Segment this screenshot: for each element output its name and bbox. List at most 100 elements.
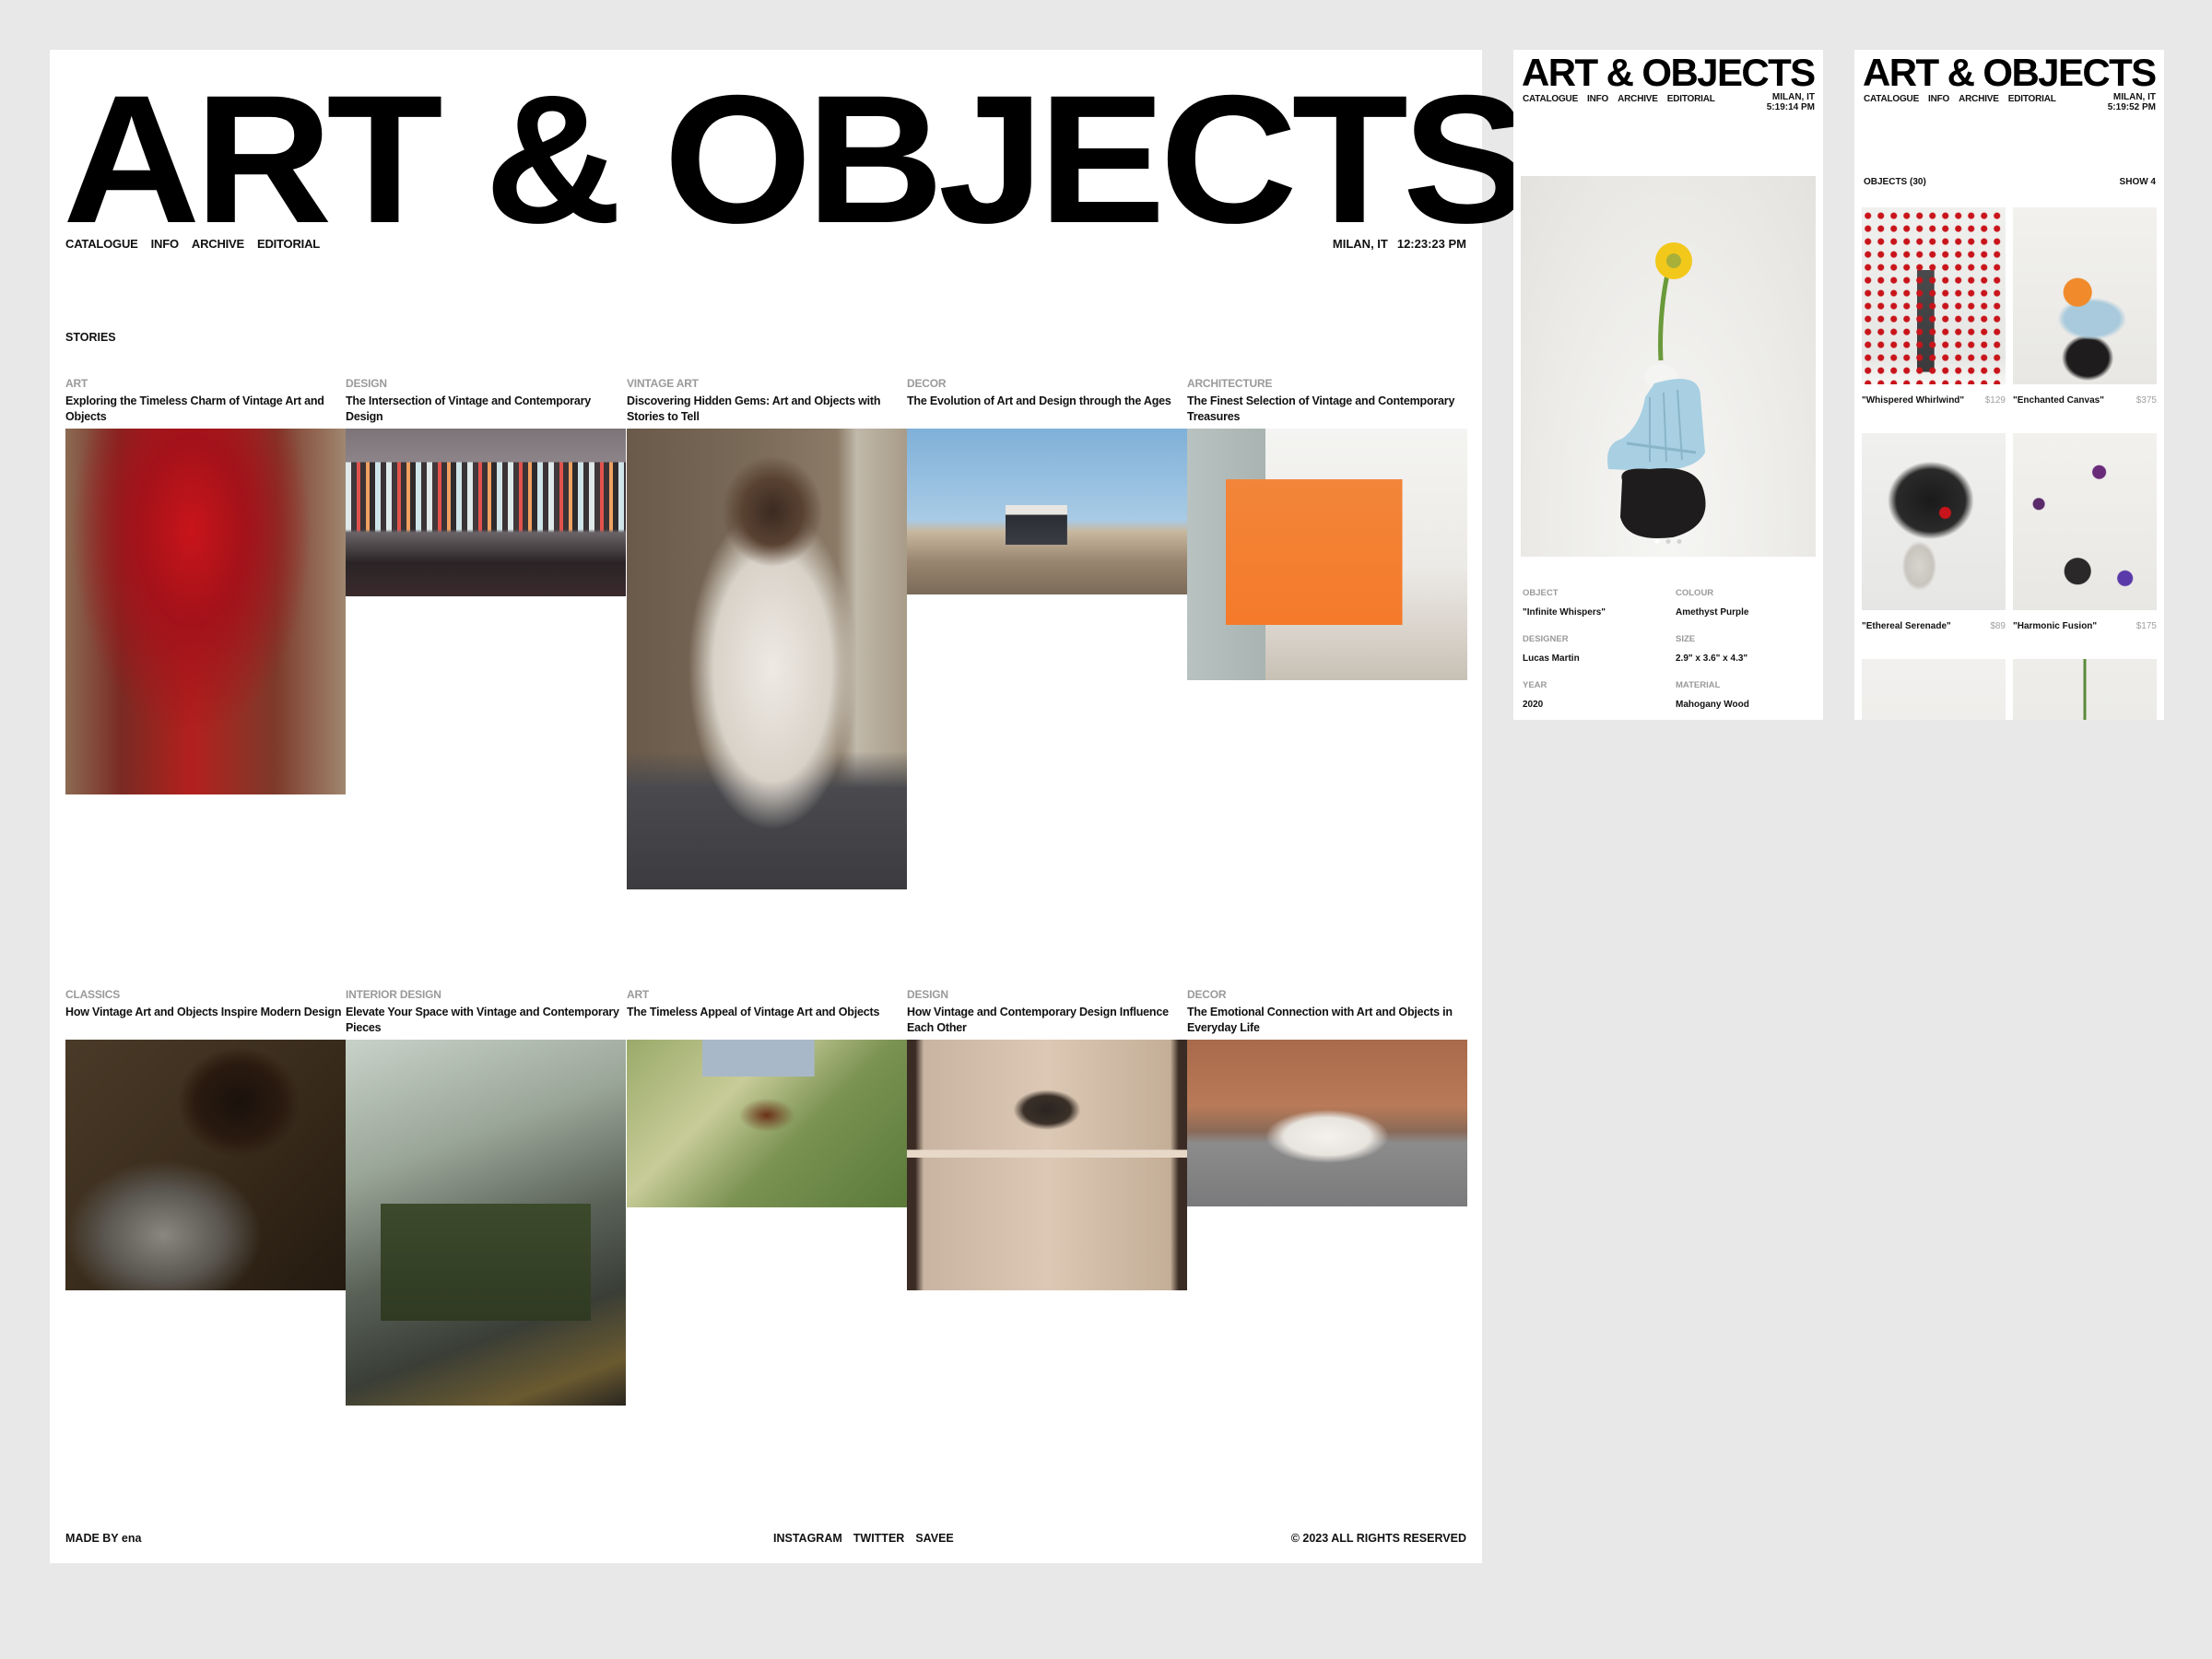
story-title[interactable]: The Intersection of Vintage and Contempo…: [346, 394, 626, 429]
location-clock: MILAN, IT 5:19:52 PM: [2108, 92, 2156, 112]
objects-count: OBJECTS (30): [1864, 177, 1926, 187]
story-image[interactable]: [627, 429, 907, 889]
mobile-product-page: ART & OBJECTS CATALOGUE INFO ARCHIVE EDI…: [1513, 50, 1823, 720]
carousel-dot[interactable]: [1677, 539, 1682, 544]
story-image[interactable]: [1187, 1040, 1467, 1206]
spec-object: OBJECT "Infinite Whispers": [1523, 588, 1606, 618]
nav-info[interactable]: INFO: [1587, 94, 1608, 104]
carousel-dot[interactable]: [1665, 539, 1671, 544]
spec-label: MATERIAL: [1676, 680, 1721, 690]
link-savee[interactable]: SAVEE: [915, 1532, 953, 1545]
story-image[interactable]: [907, 1040, 1187, 1290]
location-clock: MILAN, IT 12:23:23 PM: [1333, 237, 1466, 251]
story-category: DECOR: [907, 377, 947, 390]
nav-catalogue[interactable]: CATALOGUE: [1523, 94, 1578, 104]
nav-info[interactable]: INFO: [1928, 94, 1949, 104]
object-image[interactable]: [1862, 433, 2006, 610]
object-name: "Enchanted Canvas": [2013, 395, 2104, 406]
carousel-dots: [1654, 539, 1682, 544]
story-category: VINTAGE ART: [627, 377, 699, 390]
object-card[interactable]: [1862, 659, 2006, 720]
story-card[interactable]: ART The Timeless Appeal of Vintage Art a…: [627, 988, 907, 1207]
nav-info[interactable]: INFO: [151, 237, 179, 251]
location: MILAN, IT: [2112, 92, 2156, 102]
object-image[interactable]: [2013, 433, 2157, 610]
story-category: ARCHITECTURE: [1187, 377, 1273, 390]
story-card[interactable]: ARCHITECTURE The Finest Selection of Vin…: [1187, 377, 1467, 680]
brand-title[interactable]: ART & OBJECTS: [1863, 53, 2157, 92]
carousel-dot[interactable]: [1654, 539, 1660, 544]
object-name: "Whispered Whirlwind": [1862, 395, 1965, 406]
nav-archive[interactable]: ARCHIVE: [1618, 94, 1658, 104]
story-image[interactable]: [346, 1040, 626, 1406]
clock: 12:23:23 PM: [1396, 237, 1466, 251]
object-name: "Ethereal Serenade": [1862, 621, 1951, 631]
nav-catalogue[interactable]: CATALOGUE: [1864, 94, 1919, 104]
story-image[interactable]: [346, 429, 626, 596]
story-category: DESIGN: [907, 988, 948, 1001]
story-image[interactable]: [65, 1040, 346, 1290]
story-title[interactable]: How Vintage Art and Objects Inspire Mode…: [65, 1005, 346, 1040]
story-category: INTERIOR DESIGN: [346, 988, 441, 1001]
object-image[interactable]: [2013, 207, 2157, 384]
story-card[interactable]: DESIGN The Intersection of Vintage and C…: [346, 377, 626, 596]
product-image[interactable]: [1521, 176, 1816, 557]
nav-catalogue[interactable]: CATALOGUE: [65, 237, 138, 251]
object-image[interactable]: [1862, 659, 2006, 720]
story-image[interactable]: [907, 429, 1187, 594]
location: MILAN, IT: [1771, 92, 1815, 102]
copyright: © 2023 ALL RIGHTS RESERVED: [1290, 1532, 1466, 1545]
story-card[interactable]: DECOR The Emotional Connection with Art …: [1187, 988, 1467, 1206]
location: MILAN, IT: [1332, 237, 1388, 251]
story-card[interactable]: VINTAGE ART Discovering Hidden Gems: Art…: [627, 377, 907, 889]
spec-value: 2.9" x 3.6" x 4.3": [1676, 653, 1748, 664]
spec-value: Mahogany Wood: [1676, 700, 1749, 710]
story-card[interactable]: DESIGN How Vintage and Contemporary Desi…: [907, 988, 1187, 1290]
story-title[interactable]: The Emotional Connection with Art and Ob…: [1187, 1005, 1467, 1040]
story-title[interactable]: How Vintage and Contemporary Design Infl…: [907, 1005, 1187, 1040]
story-title[interactable]: The Finest Selection of Vintage and Cont…: [1187, 394, 1467, 429]
story-image[interactable]: [65, 429, 346, 794]
object-card[interactable]: "Harmonic Fusion" $175: [2013, 433, 2157, 631]
story-title[interactable]: Discovering Hidden Gems: Art and Objects…: [627, 394, 907, 429]
object-image[interactable]: [1862, 207, 2006, 384]
mobile-catalogue-page: ART & OBJECTS CATALOGUE INFO ARCHIVE EDI…: [1854, 50, 2164, 720]
spec-label: OBJECT: [1523, 588, 1559, 598]
nav-editorial[interactable]: EDITORIAL: [2008, 94, 2056, 104]
main-nav: CATALOGUE INFO ARCHIVE EDITORIAL: [1864, 94, 2056, 104]
spec-colour: COLOUR Amethyst Purple: [1676, 588, 1748, 618]
link-instagram[interactable]: INSTAGRAM: [773, 1532, 842, 1545]
nav-editorial[interactable]: EDITORIAL: [1667, 94, 1715, 104]
story-card[interactable]: CLASSICS How Vintage Art and Objects Ins…: [65, 988, 346, 1290]
show-toggle[interactable]: SHOW 4: [2120, 177, 2156, 187]
spec-value: Lucas Martin: [1523, 653, 1580, 664]
story-title[interactable]: Exploring the Timeless Charm of Vintage …: [65, 394, 346, 429]
nav-archive[interactable]: ARCHIVE: [192, 237, 244, 251]
clock: 5:19:14 PM: [1766, 102, 1815, 112]
story-card[interactable]: INTERIOR DESIGN Elevate Your Space with …: [346, 988, 626, 1406]
object-card[interactable]: [2013, 659, 2157, 720]
nav-editorial[interactable]: EDITORIAL: [257, 237, 320, 251]
story-card[interactable]: DECOR The Evolution of Art and Design th…: [907, 377, 1187, 594]
object-card[interactable]: "Whispered Whirlwind" $129: [1862, 207, 2006, 406]
story-title[interactable]: Elevate Your Space with Vintage and Cont…: [346, 1005, 626, 1040]
story-category: ART: [65, 377, 88, 390]
link-twitter[interactable]: TWITTER: [853, 1532, 905, 1545]
object-card[interactable]: "Enchanted Canvas" $375: [2013, 207, 2157, 406]
desktop-page: ART & OBJECTS CATALOGUE INFO ARCHIVE EDI…: [50, 50, 1530, 1563]
main-nav: CATALOGUE INFO ARCHIVE EDITORIAL: [65, 237, 320, 251]
object-image[interactable]: [2013, 659, 2157, 720]
story-image[interactable]: [627, 1040, 907, 1207]
object-name: "Harmonic Fusion": [2013, 621, 2098, 631]
nav-archive[interactable]: ARCHIVE: [1959, 94, 1999, 104]
object-price: $175: [2136, 621, 2157, 631]
story-title[interactable]: The Evolution of Art and Design through …: [907, 394, 1187, 429]
brand-title[interactable]: ART & OBJECTS: [63, 68, 1530, 251]
story-category: DECOR: [1187, 988, 1227, 1001]
story-image[interactable]: [1187, 429, 1467, 680]
story-title[interactable]: The Timeless Appeal of Vintage Art and O…: [627, 1005, 907, 1040]
brand-title[interactable]: ART & OBJECTS: [1522, 53, 1816, 92]
story-card[interactable]: ART Exploring the Timeless Charm of Vint…: [65, 377, 346, 794]
object-card[interactable]: "Ethereal Serenade" $89: [1862, 433, 2006, 631]
spec-label: DESIGNER: [1523, 634, 1569, 644]
